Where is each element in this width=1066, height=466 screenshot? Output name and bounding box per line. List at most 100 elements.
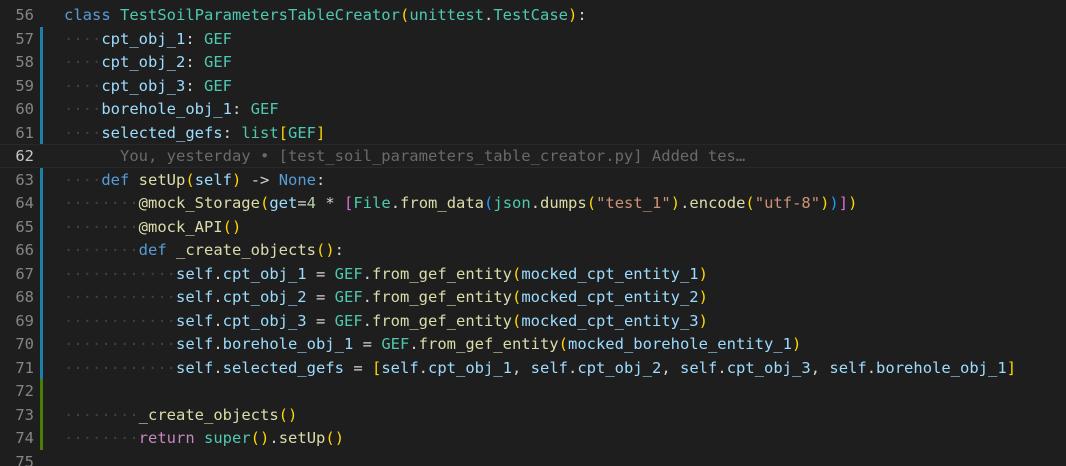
git-modified-marker[interactable] [40, 97, 43, 121]
code-token: : [222, 123, 242, 142]
code-line[interactable]: 65 ········@mock_API() [0, 214, 1066, 239]
git-added-marker[interactable] [40, 379, 43, 403]
code-token: self [829, 358, 867, 377]
code-line[interactable]: 70 ············self.borehole_obj_1 = GEF.… [0, 332, 1066, 356]
git-modified-marker[interactable] [40, 238, 43, 262]
code-token: "utf-8" [754, 194, 821, 212]
code-token: self [175, 288, 214, 306]
code-line[interactable]: 71 ············self.selected_gefs = [self… [0, 355, 1066, 380]
code-token: ) [698, 311, 708, 330]
code-token: from_gef_entity [372, 311, 512, 330]
code-token: . [530, 194, 541, 212]
code-text: ············self.cpt_obj_3 = GEF.from_ge… [64, 309, 708, 333]
whitespace-dots: ······ [64, 405, 120, 424]
git-modified-marker[interactable] [40, 214, 43, 239]
code-token: -> [241, 170, 279, 189]
code-token: [ [344, 194, 354, 212]
code-line[interactable]: 69 ············self.cpt_obj_3 = GEF.from_… [0, 308, 1066, 333]
git-modified-marker[interactable] [40, 26, 43, 51]
git-modified-marker[interactable] [40, 285, 43, 309]
code-token: , [810, 358, 830, 377]
code-token: self [381, 358, 419, 377]
code-token: GEF [250, 100, 279, 118]
code-token: : [185, 76, 204, 95]
code-line[interactable]: 72 [0, 379, 1066, 403]
code-token: GEF [204, 53, 232, 71]
code-token: . [418, 358, 428, 377]
code-line[interactable]: 63 ····def setUp(self) -> None: [0, 167, 1066, 192]
code-token: ( [511, 288, 522, 306]
code-token: cpt_obj_3 [726, 358, 811, 377]
code-token: ( [222, 217, 232, 236]
git-modified-marker[interactable] [40, 261, 43, 286]
code-token: class [64, 6, 111, 24]
git-modified-marker[interactable] [40, 355, 43, 380]
code-token: ( [325, 429, 335, 447]
line-number: 60 [15, 100, 34, 118]
code-line[interactable]: 74 ········return super().setUp() [0, 426, 1066, 450]
code-token: ) [232, 217, 242, 236]
code-token: mocked_cpt_entity_1 [521, 264, 699, 283]
code-line[interactable]: 64 ········@mock_Storage(get=4 * [File.fr… [0, 191, 1066, 215]
code-token: ) [260, 429, 270, 447]
code-line[interactable]: 57 ····cpt_obj_1: GEF [0, 26, 1066, 51]
line-number: 73 [15, 405, 34, 424]
code-token: self [175, 264, 214, 283]
code-token: cpt_obj_3 [101, 76, 186, 95]
line-number: 67 [15, 264, 34, 283]
git-modified-marker[interactable] [40, 120, 43, 145]
git-added-marker[interactable] [40, 426, 43, 450]
code-text: ····cpt_obj_1: GEF [64, 27, 232, 51]
git-modified-marker[interactable] [40, 191, 43, 215]
code-line[interactable]: 66 ········def _create_objects(): [0, 238, 1066, 262]
code-token: GEF [334, 264, 363, 283]
code-line[interactable]: 61 ····selected_gefs: list[GEF] [0, 120, 1066, 145]
code-token: cpt_obj_1 [101, 29, 186, 48]
code-editor[interactable]: 56 class TestSoilParametersTableCreator(u… [0, 0, 1066, 466]
code-token: _create_objects [138, 405, 279, 424]
code-token: ( [511, 311, 522, 330]
line-number: 72 [15, 382, 34, 400]
whitespace-dots: ···· [101, 241, 139, 259]
code-line[interactable]: 56 class TestSoilParametersTableCreator(u… [0, 3, 1066, 27]
code-token: ] [316, 123, 326, 142]
code-text: ········@mock_Storage(get=4 * [File.from… [64, 191, 857, 215]
code-token: [ [371, 358, 382, 377]
code-token: self [194, 170, 233, 189]
code-token: ] [838, 194, 849, 212]
code-token: _create_objects [176, 241, 316, 259]
code-token: self [175, 358, 214, 377]
code-token: . [362, 264, 372, 283]
code-line-current[interactable]: 62 You, yesterday • [test_soil_parameter… [0, 144, 1066, 168]
git-modified-marker[interactable] [40, 73, 43, 98]
code-token: . [213, 335, 223, 353]
code-token: selected_gefs [101, 123, 223, 142]
git-modified-marker[interactable] [40, 308, 43, 333]
code-line[interactable]: 59 ····cpt_obj_3: GEF [0, 73, 1066, 98]
git-added-marker[interactable] [40, 402, 43, 427]
whitespace-dots: ···· [64, 76, 102, 95]
code-token: cpt_obj_1 [428, 358, 512, 377]
code-token: [ [278, 123, 288, 142]
git-modified-marker[interactable] [40, 167, 43, 192]
line-number: 63 [15, 170, 34, 189]
code-line[interactable]: 58 ····cpt_obj_2: GEF [0, 50, 1066, 74]
code-token: . [362, 311, 372, 330]
whitespace-dots: ···· [64, 358, 102, 377]
whitespace-dots: ···· [101, 288, 139, 306]
code-text: ····def setUp(self) -> None: [64, 168, 325, 192]
code-token: return [138, 429, 195, 447]
code-token: . [483, 6, 494, 24]
code-line[interactable]: 60 ····borehole_obj_1: GEF [0, 97, 1066, 121]
code-token: "test_1" [596, 194, 671, 212]
git-blame-annotation: You, yesterday • [test_soil_parameters_t… [64, 144, 745, 168]
code-line[interactable]: 73 ········_create_objects() [0, 402, 1066, 427]
git-modified-marker[interactable] [40, 332, 43, 356]
code-line[interactable]: 68 ············self.cpt_obj_2 = GEF.from_… [0, 285, 1066, 309]
code-token: , [661, 358, 681, 377]
code-line[interactable]: 67 ············self.cpt_obj_1 = GEF.from_… [0, 261, 1066, 286]
whitespace-dots: ···· [64, 123, 102, 142]
code-token: ( [278, 405, 288, 424]
code-line[interactable]: 75 [0, 450, 1066, 466]
git-modified-marker[interactable] [40, 50, 43, 74]
